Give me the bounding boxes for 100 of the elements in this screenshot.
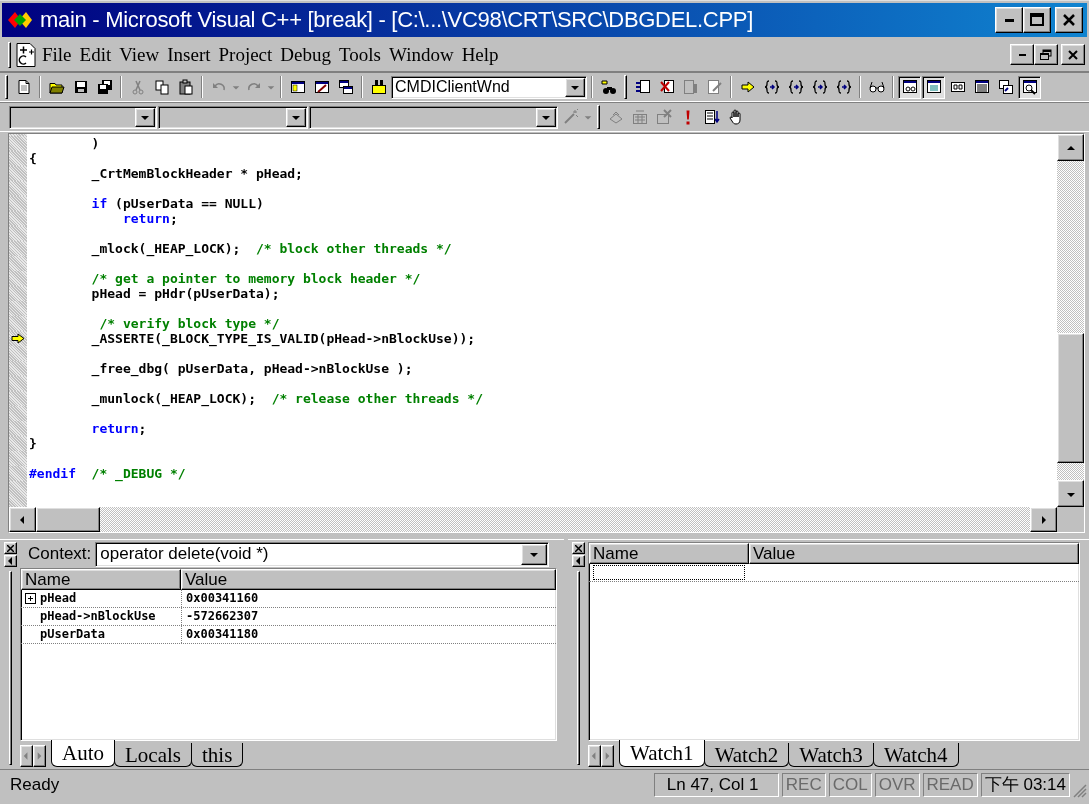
disassembly-window-button[interactable] xyxy=(1018,75,1041,99)
dropdown-button[interactable] xyxy=(536,107,556,127)
pane-close-button[interactable] xyxy=(571,542,585,554)
copy-icon xyxy=(153,79,170,95)
tab-scroll-right-button[interactable] xyxy=(601,745,614,767)
context-label: Context: xyxy=(28,544,92,564)
menu-item[interactable]: File xyxy=(38,41,76,68)
menu-item[interactable]: View xyxy=(115,41,164,68)
toolbar-grip[interactable] xyxy=(5,75,8,99)
code-editor[interactable] xyxy=(9,134,1057,507)
scroll-left-button[interactable] xyxy=(9,507,36,532)
page-down-arrow-icon xyxy=(703,109,720,125)
code-line: #endif /* _DEBUG */ xyxy=(9,451,1057,481)
watch-window-button[interactable] xyxy=(898,75,921,99)
menu-item[interactable]: Window xyxy=(384,41,458,68)
scroll-down-button[interactable] xyxy=(1057,480,1084,507)
code-line: /* verify block type */ xyxy=(9,301,1057,331)
menu-bar-grip[interactable] xyxy=(8,41,11,68)
menu-item[interactable]: Insert xyxy=(163,41,215,68)
variable-name: pHead xyxy=(40,590,77,607)
pane-tab[interactable]: this xyxy=(191,743,244,767)
pane-grip[interactable] xyxy=(576,571,580,765)
compile-icon xyxy=(607,109,624,125)
code-line: _mlock(_HEAP_LOCK); /* block other threads */ xyxy=(9,226,1057,256)
watch-entry-cell[interactable] xyxy=(593,565,745,580)
toolbar-grip[interactable] xyxy=(597,105,600,129)
toolbar-grip[interactable] xyxy=(624,75,627,99)
cursor-position: Ln 47, Col 1 xyxy=(653,773,779,797)
dropdown-button[interactable] xyxy=(565,77,585,97)
pane-toggle-button[interactable] xyxy=(571,555,585,567)
pane-tab[interactable]: Auto xyxy=(51,740,115,767)
scroll-right-button[interactable] xyxy=(1030,507,1057,532)
variable-row[interactable]: pHead->nBlockUse -572662307 xyxy=(21,608,556,626)
variables-window-button[interactable] xyxy=(922,75,945,99)
expand-icon[interactable] xyxy=(25,593,36,604)
tab-scroll-right-button[interactable] xyxy=(33,745,46,767)
menu-item[interactable]: Project xyxy=(214,41,277,68)
minimize-icon xyxy=(1004,18,1014,22)
horizontal-scrollbar[interactable] xyxy=(9,507,1084,532)
column-header[interactable]: Name xyxy=(589,543,749,564)
variable-row[interactable]: pHead 0x00341160 xyxy=(21,590,556,608)
document-minimize-button[interactable] xyxy=(1010,44,1034,65)
pane-tab[interactable]: Watch1 xyxy=(619,740,705,767)
tab-scroll-left-button[interactable] xyxy=(588,745,601,767)
save-all-icon xyxy=(96,79,113,95)
dropdown-button[interactable] xyxy=(521,543,547,565)
menu-item[interactable]: Edit xyxy=(75,41,116,68)
document-icon[interactable] xyxy=(14,41,38,68)
resize-grip-icon[interactable] xyxy=(1073,784,1087,798)
scroll-up-button[interactable] xyxy=(1057,134,1084,161)
vertical-scrollbar[interactable] xyxy=(1057,134,1084,507)
menu-item[interactable]: Debug xyxy=(276,41,335,68)
variable-name: pUserData xyxy=(40,626,106,643)
document-restore-button[interactable] xyxy=(1034,44,1058,65)
status-indicator: READ xyxy=(922,773,978,797)
scroll-thumb[interactable] xyxy=(36,507,100,532)
column-header[interactable]: Value xyxy=(181,569,556,590)
status-message: Ready xyxy=(10,775,61,795)
column-header[interactable]: Value xyxy=(749,543,1079,564)
document-close-icon xyxy=(1066,48,1080,61)
dropdown-button[interactable] xyxy=(135,107,155,127)
close-button[interactable] xyxy=(1055,7,1083,33)
pane-tab[interactable]: Watch4 xyxy=(872,743,959,767)
exclamation-icon xyxy=(685,109,690,125)
variable-name: pHead->nBlockUse xyxy=(40,608,156,625)
pane-grip[interactable] xyxy=(8,571,12,765)
page-bars-icon xyxy=(682,79,699,95)
watch-window-icon xyxy=(901,79,918,95)
code-line: return; xyxy=(9,211,1057,226)
column-header[interactable]: Name xyxy=(21,569,181,590)
find-files-icon xyxy=(370,79,387,95)
maximize-button[interactable] xyxy=(1023,7,1051,33)
memory-window-icon xyxy=(973,79,990,95)
dropdown-field[interactable] xyxy=(158,105,308,129)
dropdown-button[interactable] xyxy=(286,107,306,127)
dropdown-field[interactable] xyxy=(9,105,157,129)
output-icon xyxy=(313,79,330,95)
scissors-icon xyxy=(129,79,146,95)
braces-arrow-icon xyxy=(835,79,852,95)
close-icon xyxy=(1061,13,1077,27)
window-icon xyxy=(289,79,306,95)
code-line: _munlock(_HEAP_LOCK); /* release other threads */ xyxy=(9,376,1057,406)
minimize-button[interactable] xyxy=(995,7,1023,33)
pane-toggle-button[interactable] xyxy=(3,555,17,567)
pane-close-button[interactable] xyxy=(3,542,17,554)
menu-item[interactable]: Tools xyxy=(335,41,385,68)
arrow-icon xyxy=(739,79,756,95)
dropdown-field[interactable] xyxy=(309,105,558,129)
document-close-button[interactable] xyxy=(1061,44,1085,65)
find-combo[interactable]: CMDIClientWnd xyxy=(391,75,587,99)
menu-item[interactable]: Help xyxy=(457,41,503,68)
window-title: main - Microsoft Visual C++ [break] - [C:\...\VC98\CRT\SRC\DBGDEL.CPP] xyxy=(40,7,754,33)
wand-icon xyxy=(562,109,579,125)
arrow-left-icon xyxy=(6,557,14,565)
braces-arrow-icon xyxy=(787,79,804,95)
scroll-thumb[interactable] xyxy=(1057,333,1084,464)
page-arrows-icon xyxy=(634,79,651,95)
tab-scroll-left-button[interactable] xyxy=(20,745,33,767)
context-combo[interactable]: operator delete(void *) xyxy=(95,541,549,567)
variable-row[interactable]: pUserData 0x00341180 xyxy=(21,626,556,644)
